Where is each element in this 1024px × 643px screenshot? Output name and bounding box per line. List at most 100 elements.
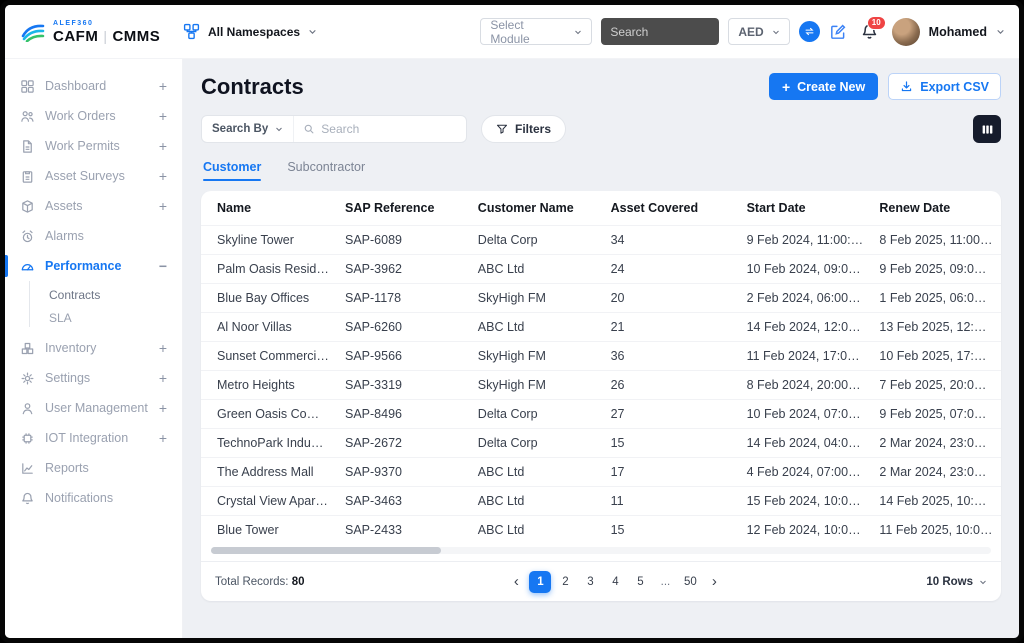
search-by-select[interactable]: Search By <box>202 116 293 142</box>
sidebar-item-alarms[interactable]: Alarms <box>5 221 182 251</box>
sidebar-item-performance[interactable]: Performance − <box>5 251 182 281</box>
table-row[interactable]: Blue Bay Offices SAP-1178 SkyHigh FM 20 … <box>201 284 1001 313</box>
cell-name: Sunset Commercial Plaza <box>201 342 337 371</box>
table-row[interactable]: Metro Heights SAP-3319 SkyHigh FM 26 8 F… <box>201 371 1001 400</box>
table-row[interactable]: Crystal View Apartments SAP-3463 ABC Ltd… <box>201 487 1001 516</box>
page-title: Contracts <box>201 74 304 100</box>
table-row[interactable]: Al Noor Villas SAP-6260 ABC Ltd 21 14 Fe… <box>201 313 1001 342</box>
sidebar-item-label: Reports <box>45 461 167 475</box>
expand-toggle[interactable]: + <box>159 430 167 446</box>
create-new-button[interactable]: + Create New <box>769 73 878 100</box>
page-button-5[interactable]: 5 <box>629 571 651 593</box>
currency-select[interactable]: AED <box>728 18 789 45</box>
chevron-down-icon <box>275 125 283 133</box>
expand-toggle[interactable]: + <box>159 108 167 124</box>
tab-subcontractor[interactable]: Subcontractor <box>287 160 365 181</box>
currency-value: AED <box>738 25 763 39</box>
collapse-toggle[interactable]: − <box>159 258 167 274</box>
sidebar-item-iot-integration[interactable]: IOT Integration + <box>5 423 182 453</box>
pagination-prev[interactable]: ‹ <box>506 571 526 593</box>
cell-start-date: 8 Feb 2024, 20:00:00 <box>739 371 872 400</box>
page-actions: + Create New Export CSV <box>769 73 1001 100</box>
search-icon <box>303 123 315 135</box>
global-search <box>601 18 719 45</box>
brand-logo: ALEF360 CAFM | CMMS <box>5 20 183 44</box>
expand-toggle[interactable]: + <box>159 198 167 214</box>
cell-sap-reference: SAP-2672 <box>337 429 470 458</box>
page-button-2[interactable]: 2 <box>554 571 576 593</box>
sidebar-item-dashboard[interactable]: Dashboard + <box>5 71 182 101</box>
sidebar-item-label: Inventory <box>45 341 149 355</box>
cell-renew-date: 10 Feb 2025, 17:00:00 <box>871 342 1001 371</box>
cell-sap-reference: SAP-9370 <box>337 458 470 487</box>
expand-toggle[interactable]: + <box>159 138 167 154</box>
cell-asset-covered: 20 <box>603 284 739 313</box>
reports-chart-icon <box>20 461 35 476</box>
assets-icon <box>20 199 35 214</box>
columns-icon <box>981 123 994 136</box>
pagination-next[interactable]: › <box>704 571 724 593</box>
cell-asset-covered: 17 <box>603 458 739 487</box>
table-row[interactable]: Skyline Tower SAP-6089 Delta Corp 34 9 F… <box>201 226 1001 255</box>
sidebar-subitem-label: SLA <box>49 311 72 325</box>
table-row[interactable]: TechnoPark Industrial SAP-2672 Delta Cor… <box>201 429 1001 458</box>
column-settings-button[interactable] <box>973 115 1001 143</box>
table-row[interactable]: Green Oasis Compound SAP-8496 Delta Corp… <box>201 400 1001 429</box>
namespace-selector[interactable]: All Namespaces <box>183 23 317 40</box>
global-search-input[interactable] <box>601 18 719 45</box>
notification-badge: 10 <box>867 16 886 30</box>
table-row[interactable]: Palm Oasis Residences SAP-3962 ABC Ltd 2… <box>201 255 1001 284</box>
expand-toggle[interactable]: + <box>159 168 167 184</box>
page-button-1[interactable]: 1 <box>529 571 551 593</box>
user-icon <box>20 401 35 416</box>
cell-customer-name: ABC Ltd <box>470 313 603 342</box>
sidebar-item-reports[interactable]: Reports <box>5 453 182 483</box>
tab-customer[interactable]: Customer <box>203 160 261 181</box>
compose-icon[interactable] <box>829 23 847 41</box>
sidebar-subitem-contracts[interactable]: Contracts <box>5 283 182 306</box>
sidebar-item-work-orders[interactable]: Work Orders + <box>5 101 182 131</box>
sidebar-item-user-management[interactable]: User Management + <box>5 393 182 423</box>
sidebar-item-asset-surveys[interactable]: Asset Surveys + <box>5 161 182 191</box>
scrollbar-thumb[interactable] <box>211 547 441 554</box>
cell-asset-covered: 24 <box>603 255 739 284</box>
table-toolbar: Search By <box>201 115 1001 143</box>
table-row[interactable]: The Address Mall SAP-9370 ABC Ltd 17 4 F… <box>201 458 1001 487</box>
cell-customer-name: Delta Corp <box>470 226 603 255</box>
sidebar-item-notifications[interactable]: Notifications <box>5 483 182 513</box>
cell-start-date: 10 Feb 2024, 07:00:00 <box>739 400 872 429</box>
sidebar-item-label: Performance <box>45 259 149 273</box>
notifications-bell[interactable]: 10 <box>860 22 879 41</box>
module-select[interactable]: Select Module <box>480 18 592 45</box>
user-avatar[interactable] <box>892 18 920 46</box>
sidebar-item-assets[interactable]: Assets + <box>5 191 182 221</box>
expand-toggle[interactable]: + <box>159 400 167 416</box>
filters-button[interactable]: Filters <box>481 115 566 143</box>
user-menu[interactable]: Mohamed <box>929 25 987 39</box>
expand-toggle[interactable]: + <box>159 340 167 356</box>
horizontal-scrollbar[interactable] <box>211 547 991 554</box>
cell-customer-name: Delta Corp <box>470 400 603 429</box>
exchange-icon[interactable] <box>799 21 820 42</box>
sidebar-item-inventory[interactable]: Inventory + <box>5 333 182 363</box>
rows-per-page-select[interactable]: 10 Rows <box>926 576 987 588</box>
sidebar-item-work-permits[interactable]: Work Permits + <box>5 131 182 161</box>
sidebar-item-settings[interactable]: Settings + <box>5 363 182 393</box>
chevron-down-icon[interactable] <box>996 27 1005 36</box>
expand-toggle[interactable]: + <box>159 370 167 386</box>
brand-name-left: CAFM <box>53 29 98 44</box>
expand-toggle[interactable]: + <box>159 78 167 94</box>
chevron-down-icon <box>308 27 317 36</box>
export-csv-button[interactable]: Export CSV <box>888 73 1001 100</box>
table-row[interactable]: Sunset Commercial Plaza SAP-9566 SkyHigh… <box>201 342 1001 371</box>
table-row[interactable]: Blue Tower SAP-2433 ABC Ltd 15 12 Feb 20… <box>201 516 1001 545</box>
cell-asset-covered: 26 <box>603 371 739 400</box>
cell-name: Skyline Tower <box>201 226 337 255</box>
sidebar-subitem-sla[interactable]: SLA <box>5 306 182 329</box>
table-search-input[interactable] <box>321 122 457 136</box>
sidebar-item-label: Settings <box>45 371 149 385</box>
page-button-3[interactable]: 3 <box>579 571 601 593</box>
page-button-4[interactable]: 4 <box>604 571 626 593</box>
page-head: Contracts + Create New Export CSV <box>201 73 1001 100</box>
page-button-50[interactable]: 50 <box>679 571 701 593</box>
